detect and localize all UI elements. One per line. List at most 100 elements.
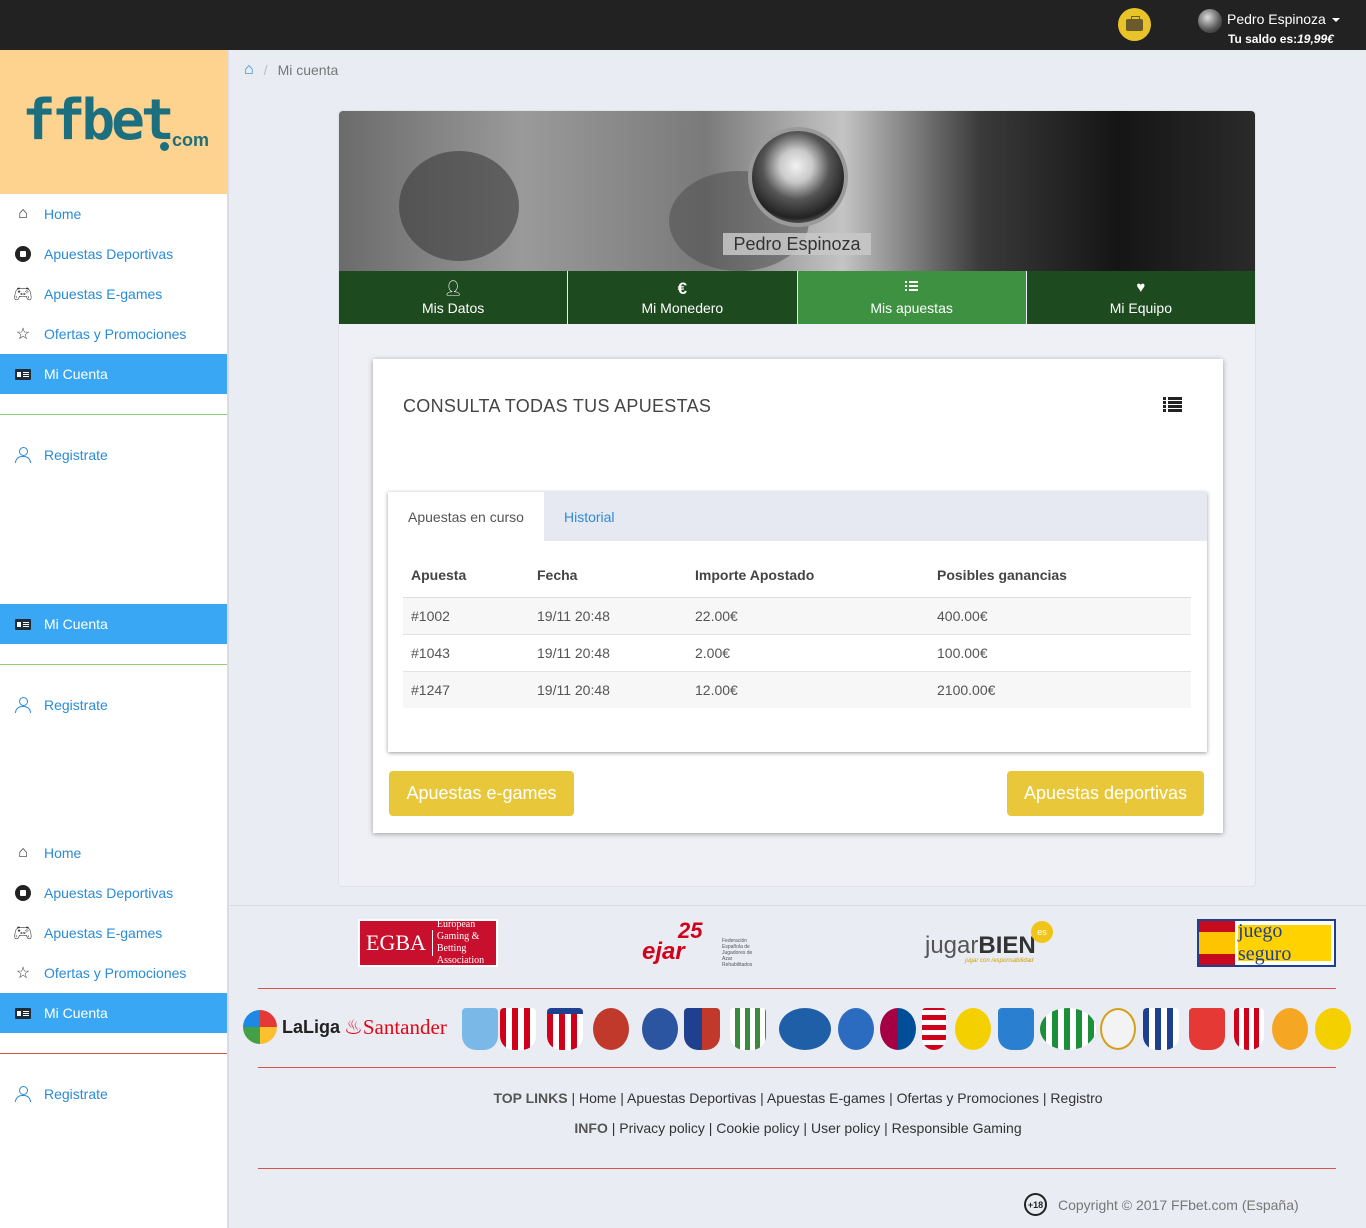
footer-link-user-policy[interactable]: User policy: [811, 1120, 880, 1136]
sidebar-item-ofertas[interactable]: ☆ Ofertas y Promociones: [0, 314, 227, 354]
breadcrumb: ⌂ / Mi cuenta: [230, 50, 1366, 90]
bets-card: Apuestas en curso Historial Apuesta Fech…: [388, 492, 1207, 752]
user-menu[interactable]: Pedro Espinoza Tu saldo es:19,99€: [1198, 8, 1363, 48]
sidebar-item-mi-cuenta[interactable]: Mi Cuenta: [0, 354, 227, 394]
footer-top-links: TOP LINKS | Home | Apuestas Deportivas |…: [493, 1090, 1103, 1106]
sidebar-item-ofertas[interactable]: ☆ Ofertas y Promociones: [0, 953, 227, 993]
espanyol-crest-icon: [838, 1008, 874, 1050]
footer-link-registro[interactable]: Registro: [1050, 1090, 1102, 1106]
balance: Tu saldo es:19,99€: [1228, 32, 1334, 46]
footer-link-cookie[interactable]: Cookie policy: [716, 1120, 799, 1136]
footer-link-ofertas[interactable]: Ofertas y Promociones: [897, 1090, 1039, 1106]
list-menu-icon[interactable]: [1163, 397, 1182, 413]
sidebar-item-registrate[interactable]: Registrate: [0, 685, 227, 725]
leganes-crest-icon: [730, 1008, 766, 1050]
bet-date: 19/11 20:48: [529, 671, 687, 708]
tab-mis-apuestas[interactable]: Mis apuestas: [797, 271, 1027, 324]
sidebar-item-apuestas-deportivas[interactable]: Apuestas Deportivas: [0, 234, 227, 274]
bets-table: Apuesta Fecha Importe Apostado Posibles …: [403, 567, 1191, 708]
wallet-button[interactable]: [1118, 8, 1151, 41]
bet-id: #1002: [403, 597, 529, 635]
footer-link-responsible-gaming[interactable]: Responsible Gaming: [892, 1120, 1022, 1136]
osasuna-crest-icon: [593, 1008, 629, 1050]
table-header: Apuesta Fecha Importe Apostado Posibles …: [403, 567, 1191, 598]
atletico-crest-icon: [547, 1008, 583, 1050]
granada-crest-icon: [922, 1008, 946, 1050]
star-icon: ☆: [15, 326, 31, 343]
id-card-icon: [15, 368, 31, 380]
egba-logo[interactable]: EGBA European Gaming & Betting Associati…: [358, 919, 498, 967]
divider: [0, 414, 227, 415]
footer-info-links: INFO | Privacy policy | Cookie policy | …: [574, 1120, 1022, 1136]
alaves-crest-icon: [779, 1008, 831, 1050]
footer-divider: [258, 988, 1336, 989]
caret-down-icon: [1332, 18, 1340, 22]
villarreal-crest-icon: [1315, 1008, 1351, 1050]
footer-link-privacy[interactable]: Privacy policy: [619, 1120, 705, 1136]
home-icon[interactable]: ⌂: [244, 61, 254, 79]
jugar-bien-logo[interactable]: jugarBIEN es jugar con responsabilidad: [925, 921, 1055, 968]
euro-icon: €: [677, 279, 688, 298]
user-icon: [15, 697, 31, 713]
celta-crest-icon: [462, 1008, 498, 1050]
sidebar-item-home[interactable]: ⌂ Home: [0, 194, 227, 234]
tab-historial[interactable]: Historial: [544, 492, 635, 541]
sidebar-item-registrate[interactable]: Registrate: [0, 1074, 227, 1114]
bets-box: CONSULTA TODAS TUS APUESTAS Apuestas en …: [373, 359, 1223, 833]
account-panel: Pedro Espinoza 👤︎ Mis Datos € Mi Monedero …: [338, 110, 1256, 887]
table-row[interactable]: #1247 19/11 20:48 12.00€ 2100.00€: [403, 671, 1191, 708]
footer-link-apuestas-deportivas[interactable]: Apuestas Deportivas: [627, 1090, 756, 1106]
table-row[interactable]: #1002 19/11 20:48 22.00€ 400.00€: [403, 597, 1191, 635]
house-icon: ⌂: [18, 844, 28, 861]
las-palmas-crest-icon: [955, 1008, 991, 1050]
top-bar: Pedro Espinoza Tu saldo es:19,99€: [0, 0, 1366, 50]
list-icon: [905, 281, 919, 292]
tab-mis-datos[interactable]: 👤︎ Mis Datos: [339, 271, 569, 324]
soccer-ball-icon: [15, 885, 31, 901]
tab-apuestas-en-curso[interactable]: Apuestas en curso: [388, 492, 544, 541]
table-row[interactable]: #1043 19/11 20:48 2.00€ 100.00€: [403, 634, 1191, 672]
sidebar-item-apuestas-egames[interactable]: 🎮︎ Apuestas E-games: [0, 913, 227, 953]
breadcrumb-current: Mi cuenta: [277, 62, 339, 78]
laliga-ball-icon: [243, 1010, 277, 1044]
divider: [0, 664, 227, 665]
avatar: [1198, 9, 1222, 33]
juego-seguro-logo[interactable]: juego seguro: [1197, 919, 1336, 967]
copyright: +18 Copyright © 2017 FFbet.com (España): [1024, 1193, 1299, 1216]
bets-title: CONSULTA TODAS TUS APUESTAS: [403, 396, 712, 416]
footer-divider: [258, 1168, 1336, 1169]
apuestas-deportivas-button[interactable]: Apuestas deportivas: [1007, 771, 1204, 816]
eibar-crest-icon: [684, 1008, 720, 1050]
logo-suffix: com: [172, 130, 210, 150]
user-name: Pedro Espinoza: [1227, 11, 1326, 27]
bet-winnings: 400.00€: [929, 597, 1191, 635]
tab-mi-monedero[interactable]: € Mi Monedero: [568, 271, 798, 324]
logo[interactable]: ffbet com: [0, 50, 227, 194]
user-icon: 👤︎: [443, 280, 463, 297]
bets-tabs: Apuestas en curso Historial: [388, 492, 1207, 541]
house-icon: ⌂: [18, 205, 28, 222]
sidebar: ffbet com ⌂ Home Apuestas Deportivas 🎮︎ Ap…: [0, 50, 229, 1228]
fejar-25-logo[interactable]: 25 ejar Federación Española de Jugadores…: [640, 918, 765, 968]
sidebar-item-apuestas-deportivas[interactable]: Apuestas Deportivas: [0, 873, 227, 913]
profile-cover: Pedro Espinoza: [339, 111, 1255, 271]
sevilla-crest-icon: [1189, 1008, 1225, 1050]
sidebar-item-registrate[interactable]: Registrate: [0, 435, 227, 475]
sidebar-item-mi-cuenta[interactable]: Mi Cuenta: [0, 993, 227, 1033]
heart-icon: ♥: [1136, 279, 1146, 296]
spain-flag-icon: [1199, 921, 1235, 965]
footer-link-apuestas-egames[interactable]: Apuestas E-games: [767, 1090, 885, 1106]
logo-dot: [160, 142, 169, 151]
footer-divider: [258, 1067, 1336, 1068]
sidebar-item-mi-cuenta[interactable]: Mi Cuenta: [0, 604, 227, 644]
age-18-icon: +18: [1024, 1193, 1047, 1216]
apuestas-egames-button[interactable]: Apuestas e-games: [389, 771, 574, 816]
sidebar-item-home[interactable]: ⌂ Home: [0, 833, 227, 873]
id-card-icon: [15, 1007, 31, 1019]
gamepad-icon: 🎮︎: [12, 925, 34, 942]
tab-mi-equipo[interactable]: ♥ Mi Equipo: [1026, 271, 1255, 324]
sidebar-item-apuestas-egames[interactable]: 🎮︎ Apuestas E-games: [0, 274, 227, 314]
footer-link-home[interactable]: Home: [579, 1090, 616, 1106]
valencia-crest-icon: [1272, 1008, 1308, 1050]
briefcase-icon: [1126, 15, 1143, 31]
